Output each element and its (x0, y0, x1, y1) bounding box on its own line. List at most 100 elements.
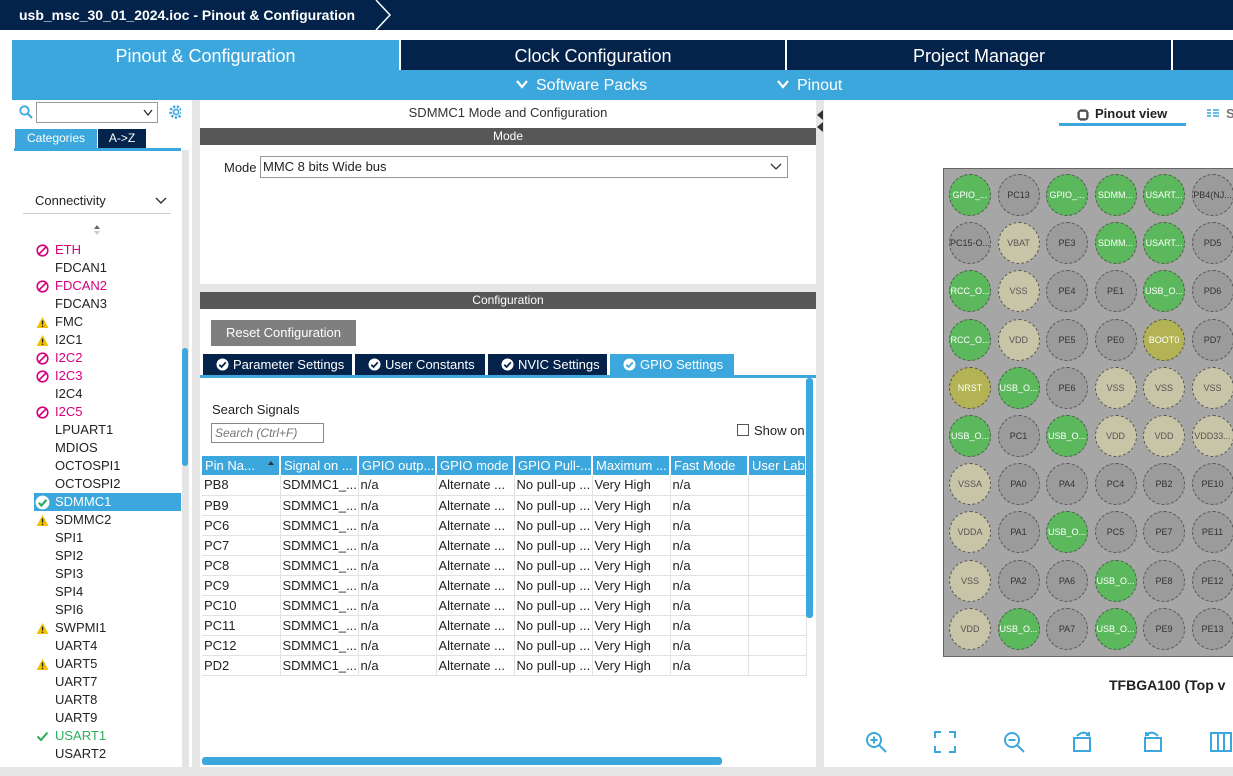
tab-gpio-settings[interactable]: GPIO Settings (610, 354, 734, 375)
pin-ball[interactable]: PE5 (1046, 318, 1088, 361)
peripheral-item-i2c1[interactable]: I2C1 (34, 331, 182, 349)
pin-ball[interactable]: PB2 (1143, 463, 1185, 506)
right-splitter[interactable] (816, 100, 824, 767)
pin-ball[interactable]: PA4 (1046, 463, 1088, 506)
table-row[interactable]: PC7 SDMMC1_... n/a Alternate ... No pull-up … (202, 535, 807, 556)
split-view-icon[interactable] (1209, 730, 1233, 754)
table-row[interactable]: PC10 SDMMC1_... n/a Alternate ... No pull-up… (202, 595, 807, 616)
column-header[interactable]: GPIO mode (436, 456, 515, 475)
pin-ball[interactable]: USART... (1143, 222, 1185, 265)
tab-overflow[interactable] (1171, 40, 1233, 70)
pin-ball[interactable]: VDD (949, 607, 991, 650)
pin-ball[interactable]: PD7 (1191, 318, 1233, 361)
tab-pinout-configuration[interactable]: Pinout & Configuration (12, 40, 399, 70)
table-row[interactable]: PC11 SDMMC1_... n/a Alternate ... No pull-up… (202, 615, 807, 636)
pin-ball[interactable]: VSS (997, 270, 1040, 313)
peripheral-item-i2c4[interactable]: I2C4 (34, 385, 182, 403)
pin-ball[interactable]: PE3 (1046, 222, 1088, 265)
pin-ball[interactable]: SDMM... (1094, 222, 1137, 265)
pin-ball[interactable]: PD5 (1191, 222, 1233, 265)
rotate-right-icon[interactable] (1071, 730, 1095, 754)
pin-ball[interactable]: VDD (1094, 415, 1137, 457)
pin-ball[interactable]: VSS (1143, 366, 1185, 409)
pin-ball[interactable]: VBAT (997, 222, 1040, 265)
pin-ball[interactable]: BOOT0 (1143, 318, 1185, 361)
rotate-left-icon[interactable] (1140, 730, 1164, 754)
pin-ball[interactable]: PC4 (1094, 463, 1137, 506)
column-header[interactable]: User Lab (748, 456, 807, 475)
tab-user-constants[interactable]: User Constants (355, 354, 485, 375)
column-header[interactable]: Pin Na... (202, 456, 281, 475)
scrollbar-thumb[interactable] (182, 348, 188, 466)
tab-categories[interactable]: Categories (15, 129, 97, 148)
collapse-arrow-icon[interactable] (816, 108, 824, 132)
pin-ball[interactable]: PE12 (1191, 559, 1233, 602)
pin-ball[interactable]: PA6 (1046, 559, 1088, 602)
pin-ball[interactable]: GPIO_... (949, 174, 991, 216)
peripheral-item-uart4[interactable]: UART4 (34, 637, 182, 655)
pin-ball[interactable]: USB_O... (997, 607, 1040, 650)
mode-select[interactable]: MMC 8 bits Wide bus (260, 156, 788, 178)
peripheral-item-sdmmc1[interactable]: SDMMC1 (34, 493, 182, 511)
peripheral-item-spi6[interactable]: SPI6 (34, 601, 182, 619)
peripheral-item-uart5[interactable]: UART5 (34, 655, 182, 673)
column-header[interactable]: Maximum ... (592, 456, 671, 475)
table-row[interactable]: PC9 SDMMC1_... n/a Alternate ... No pull-up … (202, 575, 807, 596)
peripheral-item-lpuart1[interactable]: LPUART1 (34, 421, 182, 439)
pin-ball[interactable]: PA7 (1046, 607, 1088, 650)
pin-ball[interactable]: PC5 (1094, 511, 1137, 554)
connectivity-section-header[interactable]: Connectivity (23, 190, 171, 214)
left-splitter[interactable] (192, 100, 200, 767)
peripheral-item-uart7[interactable]: UART7 (34, 673, 182, 691)
category-search-combo[interactable] (36, 102, 158, 123)
pin-ball[interactable]: USB_O... (1046, 415, 1088, 457)
pin-ball[interactable]: USB_O... (1094, 559, 1137, 602)
peripheral-item-spi2[interactable]: SPI2 (34, 547, 182, 565)
table-horizontal-scrollbar[interactable] (202, 757, 722, 765)
table-row[interactable]: PC12 SDMMC1_... n/a Alternate ... No pull-up… (202, 635, 807, 656)
pinout-view-tab[interactable]: Pinout view (1059, 104, 1186, 126)
column-header[interactable]: Signal on ... (280, 456, 359, 475)
pin-ball[interactable]: SDMM... (1094, 174, 1137, 216)
fit-screen-icon[interactable] (933, 730, 957, 754)
peripheral-item-fdcan3[interactable]: FDCAN3 (34, 295, 182, 313)
pin-ball[interactable]: PE1 (1094, 270, 1137, 313)
peripheral-item-i2c2[interactable]: I2C2 (34, 349, 182, 367)
pin-ball[interactable]: USB_O... (1046, 511, 1088, 554)
peripheral-item-octospi1[interactable]: OCTOSPI1 (34, 457, 182, 475)
peripheral-item-swpmi1[interactable]: SWPMI1 (34, 619, 182, 637)
pin-ball[interactable]: PE9 (1143, 607, 1185, 650)
search-signals-input[interactable] (211, 423, 324, 443)
pin-ball[interactable]: PA1 (997, 511, 1040, 554)
pin-ball[interactable]: VDD33... (1191, 415, 1233, 457)
pin-ball[interactable]: USB_O... (949, 415, 991, 457)
panel-divider[interactable] (200, 284, 816, 292)
reset-configuration-button[interactable]: Reset Configuration (211, 320, 356, 346)
peripheral-item-fdcan2[interactable]: FDCAN2 (34, 277, 182, 295)
pin-ball[interactable]: VSS (1094, 366, 1137, 409)
pin-ball[interactable]: PD6 (1191, 270, 1233, 313)
pin-ball[interactable]: RCC_O... (949, 318, 991, 361)
pin-ball[interactable]: RCC_O... (949, 270, 991, 313)
sort-ascending-icon[interactable] (267, 460, 275, 470)
system-view-tab[interactable]: S (1206, 104, 1233, 126)
peripheral-item-fdcan1[interactable]: FDCAN1 (34, 259, 182, 277)
pin-ball[interactable]: PE10 (1191, 463, 1233, 506)
zoom-out-icon[interactable] (1002, 730, 1026, 754)
sort-icon[interactable] (92, 224, 102, 236)
pin-ball[interactable]: PE11 (1191, 511, 1233, 554)
pin-ball[interactable]: PE8 (1143, 559, 1185, 602)
pin-ball[interactable]: VSSA (949, 463, 991, 506)
pin-ball[interactable]: VDD (997, 318, 1040, 361)
show-only-modified-checkbox[interactable]: Show on (737, 423, 805, 438)
pin-ball[interactable]: NRST (949, 366, 991, 409)
tab-a-z[interactable]: A->Z (98, 129, 146, 148)
pin-ball[interactable]: PC13 (997, 174, 1040, 216)
table-row[interactable]: PC8 SDMMC1_... n/a Alternate ... No pull-up … (202, 555, 807, 576)
pin-ball[interactable]: VDD (1143, 415, 1185, 457)
pin-ball[interactable]: PB4(NJ... (1191, 174, 1233, 216)
column-header[interactable]: GPIO Pull-... (514, 456, 593, 475)
table-row[interactable]: PC6 SDMMC1_... n/a Alternate ... No pull-up … (202, 515, 807, 536)
pin-ball[interactable]: PE6 (1046, 366, 1088, 409)
software-packs-menu[interactable]: Software Packs (515, 70, 647, 102)
